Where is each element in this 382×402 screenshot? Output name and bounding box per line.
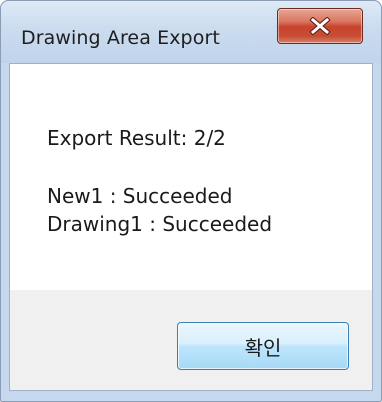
close-button[interactable] [277,8,363,44]
dialog-window: Drawing Area Export Export Result: 2/2 N… [0,0,382,402]
result-line: Drawing1 : Succeeded [47,212,273,236]
dialog-client-area: Export Result: 2/2 New1 : Succeeded Draw… [9,63,373,391]
ok-button-label: 확인 [244,335,282,360]
message-area: Export Result: 2/2 New1 : Succeeded Draw… [10,64,372,290]
button-bar: 확인 [10,290,372,390]
export-result-summary: Export Result: 2/2 [47,126,226,150]
ok-button[interactable]: 확인 [177,322,349,370]
window-title: Drawing Area Export [21,27,220,49]
title-bar[interactable]: Drawing Area Export [1,1,381,63]
close-icon [278,9,362,43]
result-line: New1 : Succeeded [47,184,233,208]
